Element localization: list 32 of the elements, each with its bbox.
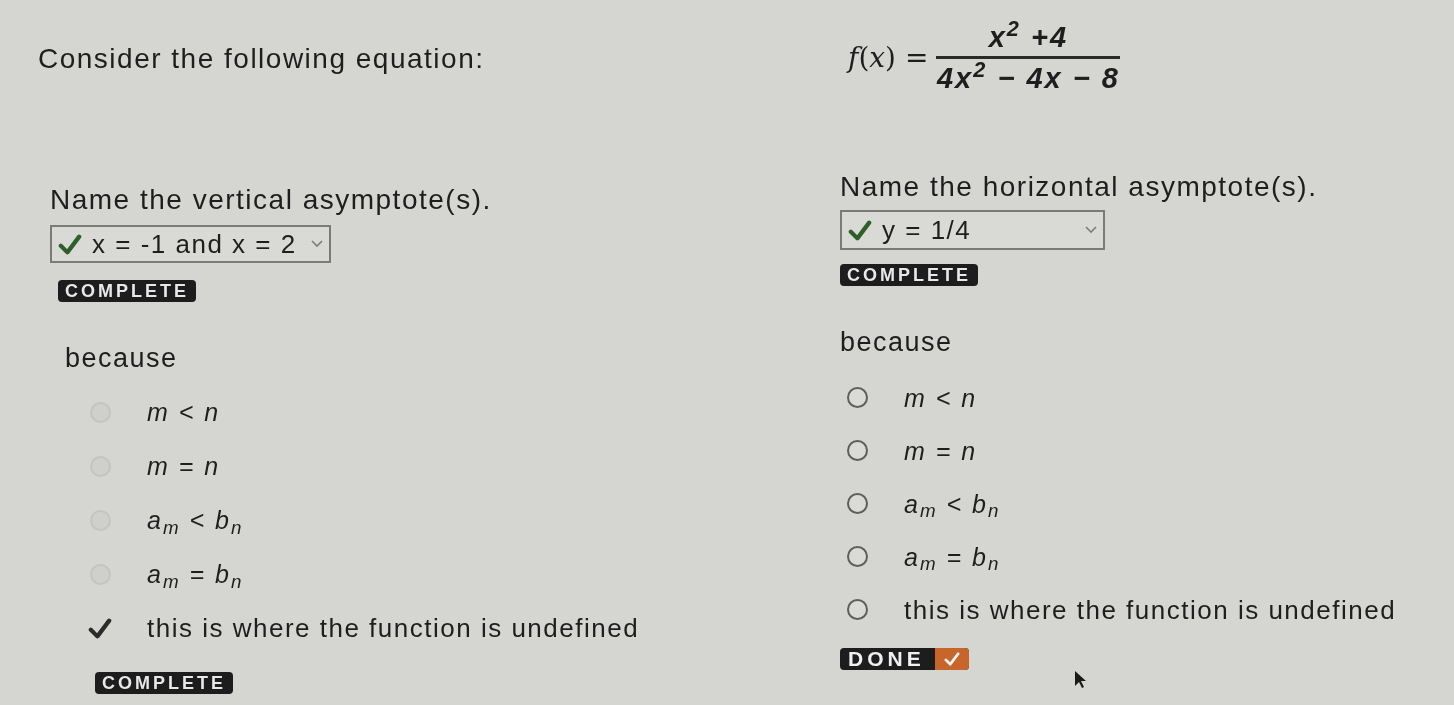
chevron-down-icon — [310, 240, 323, 248]
radio-button[interactable] — [846, 493, 868, 514]
radio-button[interactable] — [846, 387, 868, 408]
because-label: because — [65, 342, 178, 374]
radio-button[interactable] — [846, 546, 868, 567]
answer-dropdown[interactable]: y = 1/4 — [840, 210, 1105, 250]
radio-button[interactable] — [846, 440, 868, 461]
prompt-text: Consider the following equation: — [38, 43, 485, 74]
fraction-denominator: 4x$^{2}$ − 4x − 8 — [936, 61, 1120, 95]
option-label: a$_{m}$ < b$_{n}$ — [904, 488, 1001, 519]
mouse-cursor-icon — [1074, 670, 1087, 689]
option-label: m < n — [904, 382, 978, 413]
fraction-numerator: x$^{2}$ +4 — [988, 20, 1069, 54]
option-label: a$_{m}$ = b$_{n}$ — [147, 559, 244, 589]
option-label: this is where the function is undefined — [147, 613, 640, 643]
option-label: a$_{m}$ < b$_{n}$ — [147, 505, 244, 535]
option-label: this is where the function is undefined — [904, 594, 1397, 625]
option-label: m < n — [147, 397, 221, 427]
check-icon — [934, 648, 969, 670]
option-label: m = n — [147, 451, 221, 481]
because-label: because — [840, 326, 953, 358]
option-label: a$_{m}$ = b$_{n}$ — [904, 541, 1001, 572]
function-name: f(x) = — [848, 39, 929, 76]
status-badge: COMPLETE — [58, 280, 196, 302]
chevron-down-icon — [1085, 226, 1097, 234]
option-label: m = n — [904, 435, 978, 466]
question-label: Name the horizontal asymptote(s). — [840, 171, 1318, 203]
done-button[interactable]: DONE — [840, 648, 969, 670]
question-label: Name the vertical asymptote(s). — [50, 184, 492, 216]
status-badge: COMPLETE — [840, 264, 978, 286]
radio-button[interactable] — [846, 599, 868, 620]
status-badge: COMPLETE — [95, 672, 233, 694]
